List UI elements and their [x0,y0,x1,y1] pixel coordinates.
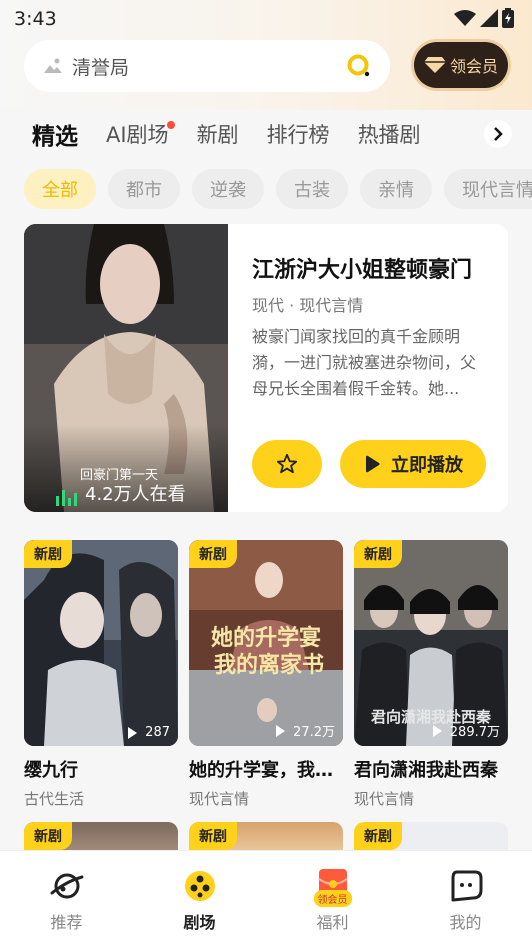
play-now-label: 立即播放 [391,455,463,476]
drama-title[interactable]: 她的升学宴，我的离家书 [189,756,343,782]
star-icon [276,453,298,474]
featured-card[interactable]: 回豪门第一天 4.2万人在看 江浙沪大小姐整顿豪门 现代 · 现代言情 被豪门闻… [24,224,508,512]
nav-mine-label: 我的 [449,913,482,932]
view-count-text: 27.2万 [293,725,335,740]
wifi-icon [454,10,476,26]
cover-image: 她的升学宴 我的离家书 [189,540,343,746]
signal-icon [480,9,498,27]
tab-new[interactable]: 新剧 [197,119,239,149]
view-count: 287 [128,725,170,740]
view-count: 27.2万 [276,721,335,740]
drama-cover[interactable]: 她的升学宴 我的离家书 新剧 27.2万 [189,540,343,746]
category-chips: 全部 都市 逆袭 古装 亲情 现代言情 [24,169,532,209]
drama-cover[interactable]: 新剧 287 [24,540,178,746]
drama-title[interactable]: 君向潇湘我赴西秦 [354,756,508,782]
featured-title[interactable]: 江浙沪大小姐整顿豪门 [252,252,472,284]
featured-tags: 现代 · 现代言情 [252,296,364,315]
live-bars-icon [56,490,77,506]
play-now-button[interactable]: 立即播放 [340,440,486,488]
drama-genre: 现代言情 [189,790,250,808]
drama-card-peek[interactable]: 新剧 [189,822,343,852]
tab-ai-theater[interactable]: AI剧场 [106,119,175,149]
new-dot-indicator [166,121,175,129]
film-reel-icon [184,871,215,901]
new-badge: 新剧 [189,822,237,850]
drama-card-peek[interactable]: 新剧 [24,822,178,852]
drama-card[interactable]: 她的升学宴 我的离家书 新剧 27.2万 她的升学宴，我的离家书 现代言情 [189,540,343,809]
new-badge: 新剧 [354,822,402,850]
drama-card-peek[interactable]: 新剧 [354,822,508,852]
svg-text:我的离家书: 我的离家书 [214,652,324,678]
chip-counterattack[interactable]: 逆袭 [192,169,264,209]
diamond-icon [423,57,446,73]
vip-button-label: 领会员 [449,57,498,76]
chevron-right-icon [494,127,503,141]
planet-icon [50,873,83,899]
tab-ranking[interactable]: 排行榜 [267,119,330,149]
chip-all[interactable]: 全部 [24,169,96,209]
featured-poster[interactable]: 回豪门第一天 4.2万人在看 [24,224,228,512]
nav-recommend-label: 推荐 [50,913,83,932]
new-badge: 新剧 [189,540,237,568]
view-count: 289.7万 [432,721,500,740]
drama-title[interactable]: 缨九行 [24,756,178,782]
view-count-text: 287 [145,725,170,740]
nav-theater-label: 剧场 [183,913,216,932]
image-placeholder-icon [44,58,62,73]
bottom-navigation: 推荐 剧场 领会员 福利 我的 [0,850,532,946]
featured-description: 被豪门闻家找回的真千金顾明漪，一进门就被塞进杂物间，父母兄长全围着假千金转。她.… [252,327,477,398]
favorite-button[interactable] [252,440,322,488]
nav-mine[interactable]: 我的 [399,851,532,946]
drama-genre: 古代生活 [24,790,85,808]
play-small-icon [128,726,138,739]
profile-face-icon [451,870,482,902]
nav-welfare-label: 福利 [316,913,349,932]
tabs-more-button[interactable] [484,120,512,148]
drama-cover[interactable]: 君向潇湘我赴西秦 新剧 289.7万 [354,540,508,746]
chip-urban[interactable]: 都市 [108,169,180,209]
cover-image: 君向潇湘我赴西秦 [354,540,508,746]
nav-theater[interactable]: 剧场 [133,851,266,946]
top-tabs: 精选 AI剧场 新剧 排行榜 热播剧 [32,116,421,152]
battery-icon [502,8,514,28]
play-small-icon [432,724,442,737]
play-small-icon [276,724,286,737]
new-badge: 新剧 [24,822,72,850]
search-bar[interactable]: 清誉局 [24,40,390,92]
vip-button[interactable]: 领会员 [414,42,508,88]
new-badge: 新剧 [354,540,402,568]
watching-count: 4.2万人在看 [85,484,186,505]
status-time: 3:43 [14,8,57,30]
tab-ai-theater-label: AI剧场 [106,123,169,147]
search-placeholder[interactable]: 清誉局 [72,53,129,80]
chip-modern-romance[interactable]: 现代言情 [444,169,532,209]
cover-image [24,540,178,746]
drama-card[interactable]: 新剧 287 缨九行 古代生活 [24,540,178,809]
drama-genre: 现代言情 [354,790,415,808]
tab-featured[interactable]: 精选 [32,117,78,151]
svg-text:她的升学宴: 她的升学宴 [211,625,321,651]
chip-costume[interactable]: 古装 [276,169,348,209]
tab-hot[interactable]: 热播剧 [358,119,421,149]
nav-recommend[interactable]: 推荐 [0,851,133,946]
chip-family[interactable]: 亲情 [360,169,432,209]
watching-indicator: 4.2万人在看 [56,480,186,506]
new-badge: 新剧 [24,540,72,568]
search-icon[interactable] [346,53,372,79]
welfare-vip-badge: 领会员 [313,890,352,907]
play-icon [366,455,380,473]
view-count-text: 289.7万 [449,725,500,740]
status-bar: 3:43 [0,0,532,36]
drama-card[interactable]: 君向潇湘我赴西秦 新剧 289.7万 君向潇湘我赴西秦 现代言情 [354,540,508,809]
nav-welfare[interactable]: 领会员 福利 [266,851,399,946]
